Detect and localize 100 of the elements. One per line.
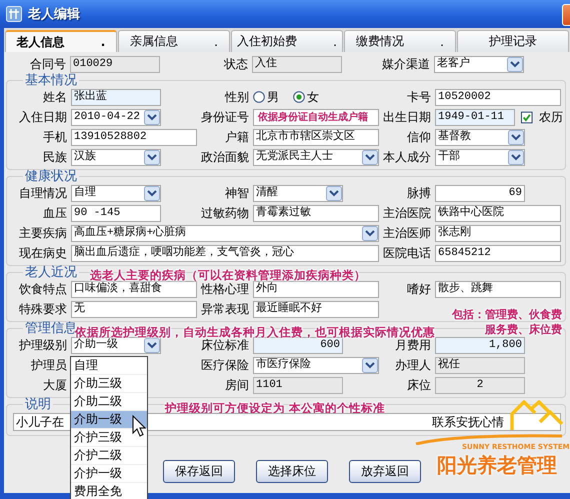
field-label: 性格心理 xyxy=(201,281,250,298)
dropdown-field[interactable]: 老客户 xyxy=(434,56,524,72)
read-only-field: 祝任 xyxy=(435,356,525,374)
app-icon xyxy=(6,6,22,22)
field-label: 身份证号 xyxy=(201,108,250,126)
text-field[interactable]: 600 xyxy=(253,336,343,354)
dropdown-field[interactable]: 基督教 xyxy=(435,128,525,146)
text-field[interactable]: 1,800 xyxy=(435,336,525,354)
chevron-down-icon xyxy=(144,110,160,124)
section-title: 管理信息 xyxy=(24,322,77,335)
field-label: 信仰 xyxy=(407,128,432,146)
field-label: 状态 xyxy=(224,56,249,72)
annotation-text: 选老人主要的疾病（可以在资料管理添加疾病种类） xyxy=(90,267,366,282)
text-field[interactable]: 铁路中心医院 xyxy=(435,204,561,222)
text-field[interactable]: 65845212 xyxy=(435,244,561,262)
annotation-text: 包括：管理费、伙食费 服务费、床位费 xyxy=(452,307,562,337)
section-title: 说明 xyxy=(24,398,52,411)
field-label: 户籍 xyxy=(225,128,250,146)
text-field[interactable]: 散步、跳舞 xyxy=(435,280,561,298)
text-field[interactable]: 最近睡眠不好 xyxy=(253,300,379,318)
dropdown-option[interactable]: 自理 xyxy=(71,357,147,375)
dropdown-field[interactable]: 无党派民主人士 xyxy=(253,148,379,166)
field-label: 手机 xyxy=(43,128,68,146)
read-only-field: 1101 xyxy=(253,376,343,394)
houses-logo-drawing xyxy=(510,400,564,432)
field-label: 大厦 xyxy=(43,376,68,394)
chevron-down-icon xyxy=(507,56,523,72)
action-button[interactable]: 保存返回 xyxy=(163,460,235,483)
field-label: 媒介渠道 xyxy=(382,56,431,72)
radio-option[interactable]: 女 xyxy=(293,88,319,106)
text-field[interactable]: 69 xyxy=(435,184,525,202)
field-label: 脉搏 xyxy=(407,184,432,202)
field-label: 神智 xyxy=(225,184,250,202)
field-label: 姓名 xyxy=(43,88,68,106)
text-field[interactable]: 青霉素过敏 xyxy=(253,204,379,222)
field-label: 主要疾病 xyxy=(19,224,68,242)
field-label: 本人成分 xyxy=(383,148,432,166)
action-button[interactable]: 选择床位 xyxy=(256,460,328,483)
field-label: 出生日期 xyxy=(383,108,432,126)
dropdown-field[interactable]: 高血压+糖尿病+心脏病 xyxy=(71,224,379,242)
tab[interactable]: 亲属信息 . xyxy=(118,30,230,52)
chevron-down-icon xyxy=(144,338,160,352)
logo-text: 阳光养老管理 xyxy=(437,452,557,479)
field-label: 医疗保险 xyxy=(201,356,250,374)
chevron-down-icon xyxy=(144,150,160,164)
dropdown-field[interactable]: 市医疗保险 xyxy=(253,356,379,374)
field-label: 卡号 xyxy=(407,88,432,106)
field-label: 嗜好 xyxy=(407,280,432,298)
dropdown-field[interactable]: 清醒 xyxy=(253,184,343,202)
text-field[interactable]: 张志刚 xyxy=(435,224,561,242)
text-field[interactable]: 90 -145 xyxy=(71,204,161,222)
text-field[interactable]: 北京市市辖区崇文区 xyxy=(253,128,379,146)
text-field[interactable]: 13910528802 xyxy=(71,128,197,146)
section-title: 基本情况 xyxy=(24,74,78,87)
dropdown-field[interactable]: 干部 xyxy=(435,148,525,166)
field-label: 血压 xyxy=(43,204,68,222)
dropdown-option[interactable]: 介护一级 xyxy=(71,465,147,483)
field-label: 特殊要求 xyxy=(19,300,68,318)
text-field[interactable]: 张出蓝 xyxy=(71,88,161,106)
text-field[interactable]: 1949-01-11 xyxy=(435,108,516,126)
dropdown-option[interactable]: 介助一级 xyxy=(71,411,147,429)
field-label: 护理级别 xyxy=(19,336,68,354)
read-only-field: 010029 xyxy=(70,56,160,72)
dropdown-field[interactable]: 自理 xyxy=(71,184,161,202)
dropdown-field[interactable]: 2010-04-22 xyxy=(71,108,161,126)
text-field[interactable]: 无 xyxy=(71,300,197,318)
field-label: 医院电话 xyxy=(383,244,432,262)
text-field[interactable]: 脑出血后遗症，哽咽功能差，支气管炎，冠心 xyxy=(71,244,379,262)
tab[interactable]: 缴费情况 . xyxy=(344,30,456,52)
field-label: 合同号 xyxy=(30,56,67,72)
tab[interactable]: 老人信息 . xyxy=(5,30,117,52)
section-title: 老人近况 xyxy=(24,266,78,279)
section-title: 健康状况 xyxy=(24,170,78,183)
dropdown-field[interactable]: 介助一级 xyxy=(71,336,161,354)
field-label: 床位 xyxy=(407,376,432,394)
tab[interactable]: 入住初始费 . xyxy=(231,30,343,52)
chevron-down-icon xyxy=(362,358,378,372)
field-label: 民族 xyxy=(43,148,68,166)
field-label: 入住日期 xyxy=(19,108,68,126)
annotation-text: 依据身份证自动生成户籍 xyxy=(258,110,368,124)
dropdown-option[interactable]: 介助三级 xyxy=(71,375,147,393)
read-only-field: 2 xyxy=(435,376,525,394)
text-field[interactable]: 口味偏淡，喜甜食 xyxy=(71,280,197,298)
checkbox[interactable] xyxy=(521,110,533,124)
dropdown-field[interactable]: 汉族 xyxy=(71,148,161,166)
dropdown-option[interactable]: 费用全免 xyxy=(71,483,147,499)
action-button[interactable]: 放弃返回 xyxy=(349,460,421,483)
field-label: 房间 xyxy=(225,376,250,394)
chevron-down-icon xyxy=(144,186,160,200)
text-field[interactable]: 外向 xyxy=(253,280,379,298)
dropdown-option[interactable]: 介护二级 xyxy=(71,447,147,465)
annotation-text: 依据所选护理级别，自动生成各种月入住费，也可根据实际情况优惠 xyxy=(75,325,435,339)
text-field[interactable]: 依据身份证自动生成户籍 xyxy=(253,108,379,126)
field-label: 过敏药物 xyxy=(201,204,250,222)
tab[interactable]: 护理记录 xyxy=(457,30,569,52)
text-field[interactable]: 10520002 xyxy=(435,88,561,106)
field-label: 床位标准 xyxy=(201,338,249,354)
radio-option[interactable]: 男 xyxy=(253,88,279,106)
field-label: 主治医师 xyxy=(383,224,432,242)
chevron-down-icon xyxy=(362,226,378,240)
